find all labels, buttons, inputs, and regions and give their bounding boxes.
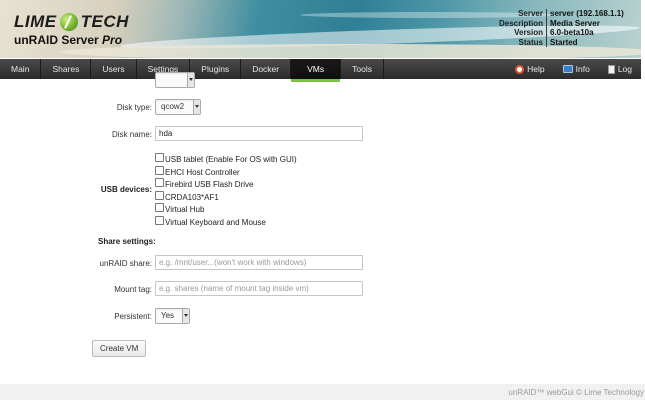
logo-text-left: LIME (14, 12, 57, 31)
server-info-key: Description (498, 18, 543, 28)
info-label: Info (575, 64, 590, 74)
tab-docker[interactable]: Docker (241, 59, 292, 79)
usb-device-label: CRDA103*AF1 (165, 192, 219, 202)
product-name-main: unRAID Server (14, 33, 99, 47)
tab-plugins[interactable]: Plugins (190, 59, 242, 79)
checkbox[interactable] (155, 178, 164, 188)
usb-device-label: Virtual Keyboard and Mouse (165, 217, 266, 227)
persistent-select[interactable]: Yes (155, 308, 190, 324)
mount-tag-input[interactable]: e.g. shares (name of mount tag inside vm… (155, 281, 363, 296)
usb-device-option[interactable]: USB tablet (Enable For OS with GUI) (155, 152, 297, 165)
share-settings-heading: Share settings: (98, 237, 156, 246)
help-button[interactable]: Help (506, 59, 553, 79)
tab-vms[interactable]: VMs (291, 59, 342, 82)
footer: unRAID™ webGui © Lime Technology (0, 384, 645, 400)
disk-name-input[interactable]: hda (155, 126, 363, 141)
partial-select[interactable] (155, 72, 195, 88)
usb-device-option[interactable]: Firebird USB Flash Drive (155, 177, 297, 190)
create-vm-button[interactable]: Create VM (92, 340, 147, 357)
log-label: Log (617, 64, 632, 74)
disk-name-label: Disk name: (111, 130, 152, 139)
help-label: Help (527, 64, 545, 74)
product-name: unRAID Server Pro (14, 33, 122, 47)
unraid-share-input[interactable]: e.g. /mnt/user...(won't work with window… (155, 255, 363, 270)
usb-device-label: EHCI Host Controller (165, 167, 240, 177)
disk-type-select[interactable]: qcow2 (155, 99, 201, 115)
main-nav: Main Shares Users Settings Plugins Docke… (0, 59, 641, 82)
lime-tech-logo: LIME TECH (14, 12, 129, 32)
lime-leaf-icon (59, 13, 78, 31)
usb-device-option[interactable]: EHCI Host Controller (155, 165, 297, 178)
tab-shares[interactable]: Shares (41, 59, 92, 79)
server-info-row: Description Media Server (490, 18, 638, 29)
monitor-icon (562, 65, 573, 73)
server-info-row: Version 6.0-beta10a (490, 28, 638, 38)
server-info-key: Version (514, 28, 543, 38)
chevron-down-icon (193, 100, 200, 114)
usb-device-list: USB tablet (Enable For OS with GUI) EHCI… (155, 152, 297, 228)
usb-devices-label: USB devices: (100, 185, 152, 194)
tab-tools[interactable]: Tools (341, 59, 384, 79)
footer-copyright: unRAID™ webGui © Lime Technology (508, 388, 644, 397)
server-info-row: Status Started (490, 37, 638, 48)
tab-main[interactable]: Main (0, 59, 42, 79)
server-info-value: server (192.168.1.1) (546, 9, 624, 19)
tab-users[interactable]: Users (91, 59, 137, 79)
header-banner: LIME TECH unRAID Server Pro Server serve… (0, 0, 641, 58)
server-info-row: Server server (192.168.1.1) (490, 9, 638, 19)
checkbox[interactable] (155, 165, 164, 175)
unraid-share-label: unRAID share: (99, 259, 152, 268)
log-button[interactable]: Log (599, 59, 641, 79)
chevron-down-icon (182, 309, 189, 323)
mount-tag-label: Mount tag: (114, 285, 152, 294)
usb-device-label: Virtual Hub (165, 205, 205, 215)
usb-device-label: Firebird USB Flash Drive (165, 180, 254, 190)
checkbox[interactable] (155, 190, 164, 200)
disk-type-value: qcow2 (161, 102, 185, 111)
chevron-down-icon (187, 73, 194, 87)
document-icon (607, 64, 615, 74)
usb-device-option[interactable]: CRDA103*AF1 (155, 190, 297, 203)
server-info-value: Media Server (546, 18, 600, 29)
logo-text-right: TECH (80, 12, 129, 31)
persistent-value: Yes (161, 311, 175, 320)
server-info-value: Started (546, 37, 578, 48)
checkbox[interactable] (155, 203, 164, 213)
server-info-value: 6.0-beta10a (546, 28, 594, 38)
help-lifebuoy-icon (515, 64, 525, 74)
checkbox[interactable] (155, 153, 164, 162)
persistent-label: Persistent: (114, 312, 152, 321)
usb-device-option[interactable]: Virtual Hub (155, 202, 297, 215)
product-edition: Pro (102, 33, 123, 47)
usb-device-label: USB tablet (Enable For OS with GUI) (165, 155, 297, 164)
server-info-key: Server (518, 9, 543, 18)
server-info-key: Status (518, 37, 543, 47)
checkbox[interactable] (155, 215, 164, 225)
nav-right-group: Help Info Log (506, 59, 641, 79)
disk-type-label: Disk type: (116, 103, 152, 112)
info-button[interactable]: Info (554, 59, 599, 79)
server-info: Server server (192.168.1.1) Description … (490, 9, 638, 48)
usb-device-option[interactable]: Virtual Keyboard and Mouse (155, 215, 297, 228)
